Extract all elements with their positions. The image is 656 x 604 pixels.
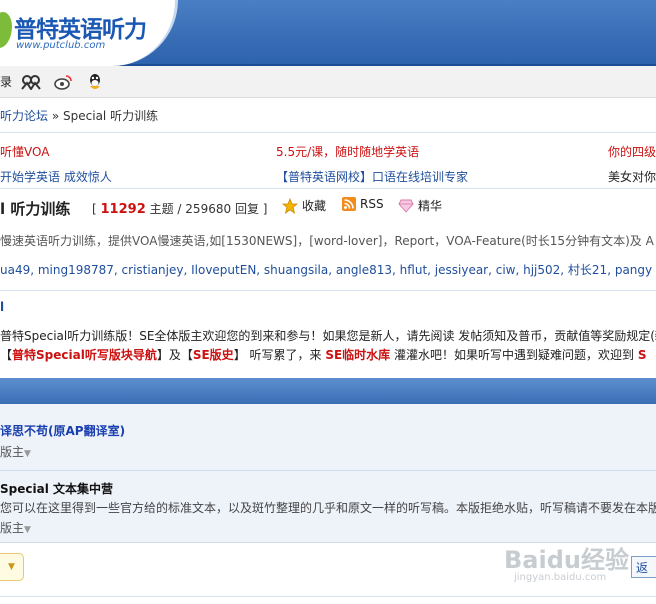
rules-text: 】及【	[156, 348, 193, 362]
logo-url: www.putclub.com	[16, 40, 106, 51]
stats-bracket: ]	[262, 202, 268, 216]
forum-title: l 听力训练	[0, 200, 71, 218]
rules-marker: l	[0, 300, 5, 314]
caret-down-icon: ▼	[24, 525, 31, 535]
subforum-header-bar	[0, 378, 656, 404]
stats-slash: /	[177, 202, 182, 216]
breadcrumb-current: Special 听力训练	[63, 109, 159, 123]
ad-link[interactable]: 开始学英语 成效惊人	[0, 168, 112, 185]
forum-page: 普特英语听力 www.putclub.com 录 听力论坛 » Special …	[0, 0, 656, 604]
ad-link[interactable]: 美女对你	[608, 168, 656, 185]
ad-link[interactable]: 5.5元/课，随时随地学英语	[276, 143, 419, 160]
watermark-url: jingyan.baidu.com	[514, 572, 607, 583]
dropdown-button[interactable]: ▼	[0, 553, 24, 581]
topic-count: 11292	[100, 202, 146, 217]
divider	[0, 470, 656, 471]
login-toolbar: 录	[0, 66, 656, 98]
rules-line: 【普特Special听写版块导航】及【SE版史】 听写累了，来 SE临时水库 灌…	[0, 346, 646, 363]
rules-text: 普特Special听力训练版！SE全体版主欢迎您的到来和参与！如果您是新人，请先…	[0, 329, 655, 343]
breadcrumb-separator: »	[51, 109, 60, 123]
ad-link[interactable]: 听懂VOA	[0, 143, 49, 160]
favorite-button[interactable]: 收藏	[282, 197, 326, 214]
stats-bracket: [	[92, 202, 97, 216]
baidu-watermark: Baidu经验 jingyan.baidu.com	[504, 540, 644, 590]
forum-description: 慢速英语听力训练，提供VOA慢速英语,如[1530NEWS]，[word-lov…	[0, 234, 654, 248]
caret-down-icon: ▼	[8, 562, 15, 572]
divider	[0, 290, 656, 291]
star-icon	[282, 197, 298, 214]
leaf-icon	[0, 12, 12, 48]
rules-text: 灌灌水吧！如果听写中遇到疑难问题，欢迎到	[390, 348, 638, 362]
site-logo[interactable]: 普特英语听力 www.putclub.com	[0, 0, 178, 66]
logo-text: 普特英语听力	[14, 17, 147, 43]
rules-link[interactable]: S	[638, 348, 647, 362]
renren-icon[interactable]	[20, 73, 42, 91]
rules-text: 【	[0, 348, 13, 362]
ad-link[interactable]: 【普特英语网校】口语在线培训专家	[276, 168, 468, 185]
rules-line: 普特Special听力训练版！SE全体版主欢迎您的到来和参与！如果您是新人，请先…	[0, 327, 656, 344]
water-forum-link[interactable]: SE临时水库	[325, 348, 390, 362]
ad-link[interactable]: 你的四级	[608, 143, 656, 160]
subforum-name[interactable]: 译思不苟(原AP翻译室)	[0, 422, 125, 439]
weibo-icon[interactable]	[52, 73, 74, 91]
history-link[interactable]: SE版史	[193, 348, 234, 362]
subforum-description: 您可以在这里得到一些官方给的标准文本，以及斑竹整理的几乎和原文一样的听写稿。本版…	[0, 501, 656, 515]
login-link[interactable]: 录	[0, 73, 12, 90]
moderator-list[interactable]: ua49, ming198787, cristianjey, IloveputE…	[0, 261, 652, 278]
moderator-label: 版主	[0, 521, 25, 535]
qq-icon[interactable]	[84, 73, 106, 91]
moderator-label: 版主	[0, 445, 25, 459]
site-header: 普特英语听力 www.putclub.com	[0, 0, 656, 66]
digest-label: 精华	[418, 199, 443, 213]
watermark-brand: Baidu经验	[504, 546, 629, 574]
rules-text: 】 听写累了，来	[233, 348, 326, 362]
diamond-icon	[398, 199, 414, 213]
breadcrumb-forum-link[interactable]: 听力论坛	[0, 109, 48, 123]
divider	[0, 132, 656, 133]
topic-label: 主题	[149, 202, 174, 216]
rss-label: RSS	[360, 197, 384, 211]
caret-down-icon: ▼	[24, 449, 31, 459]
divider	[0, 188, 656, 189]
rss-icon	[342, 197, 356, 211]
digest-button[interactable]: 精华	[398, 197, 442, 214]
rss-button[interactable]: RSS	[342, 197, 384, 211]
divider	[0, 596, 656, 597]
subforum-moderator[interactable]: 版主▼	[0, 519, 31, 536]
reply-count: 259680	[185, 202, 232, 216]
subforum-moderator[interactable]: 版主▼	[0, 443, 31, 460]
reply-label: 回复	[234, 202, 259, 216]
nav-guide-link[interactable]: 普特Special听写版块导航	[12, 348, 157, 362]
forum-stats: [ 11292 主题 / 259680 回复 ]	[92, 200, 267, 217]
subforum-name[interactable]: Special 文本集中营	[0, 480, 113, 497]
breadcrumb: 听力论坛 » Special 听力训练	[0, 107, 158, 124]
favorite-label: 收藏	[302, 199, 327, 213]
